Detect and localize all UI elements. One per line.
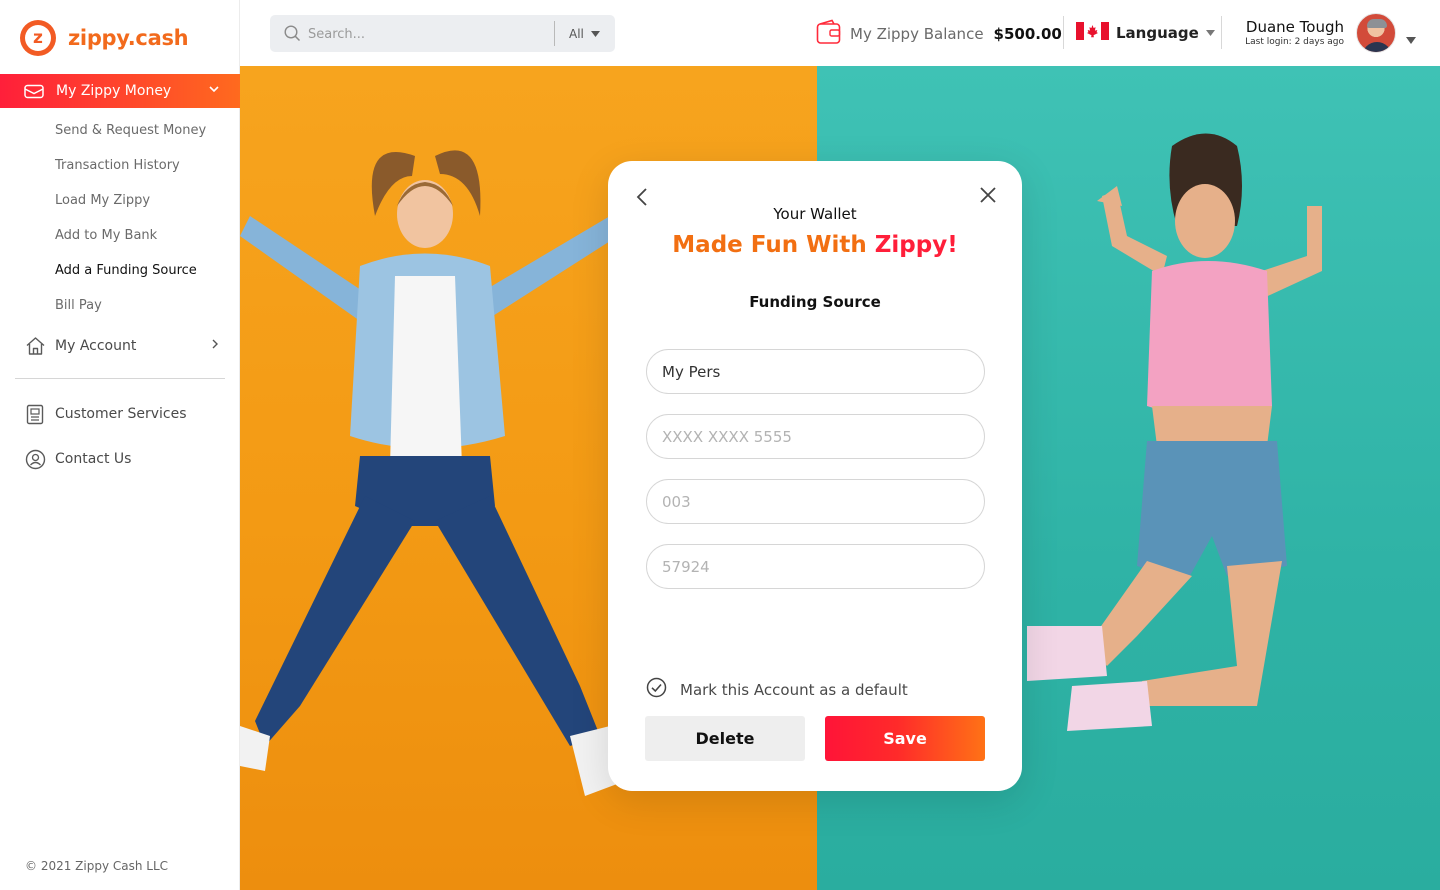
document-icon <box>24 403 46 425</box>
default-account-label: Mark this Account as a default <box>680 680 908 699</box>
top-header: All My Zippy Balance $500.00 Language Du… <box>240 0 1440 66</box>
language-label: Language <box>1116 24 1199 42</box>
search-separator <box>554 21 555 46</box>
language-selector[interactable]: Language <box>1076 22 1215 44</box>
section-heading: Funding Source <box>749 293 881 311</box>
user-info[interactable]: Duane Tough Last login: 2 days ago <box>1236 18 1344 47</box>
caret-down-icon <box>1205 30 1215 36</box>
sidebar-item-customer-services[interactable]: Customer Services <box>24 403 187 425</box>
sidebar-subitem-bill-pay[interactable]: Bill Pay <box>55 297 206 332</box>
sidebar-divider <box>15 378 225 379</box>
home-icon <box>24 335 46 357</box>
balance-display: My Zippy Balance $500.00 <box>816 19 1062 49</box>
avatar[interactable] <box>1356 13 1396 53</box>
balance-amount: $500.00 <box>993 25 1062 43</box>
sidebar-item-my-account[interactable]: My Account <box>24 335 218 357</box>
modal-title: Made Fun With Zippy! <box>608 232 1022 258</box>
avatar-hair <box>1367 19 1387 28</box>
user-circle-icon <box>24 448 46 470</box>
save-button[interactable]: Save <box>825 716 985 761</box>
institution-number-field[interactable] <box>646 479 985 524</box>
copyright-footer: © 2021 Zippy Cash LLC <box>25 859 169 873</box>
sidebar-item-label: My Account <box>55 338 137 354</box>
avatar-shirt <box>1362 42 1392 52</box>
sidebar-subitem-add-funding-source[interactable]: Add a Funding Source <box>55 262 206 297</box>
modal-title-part2: Zippy! <box>874 232 958 258</box>
search-filter-select[interactable]: All <box>569 27 600 41</box>
modal-title-part1: Made Fun With <box>672 232 875 258</box>
modal-subtitle: Your Wallet <box>773 205 857 223</box>
chevron-down-icon[interactable] <box>208 83 220 99</box>
wallet-icon <box>816 19 841 49</box>
header-divider <box>1221 16 1222 49</box>
header-divider <box>1063 16 1064 49</box>
default-account-checkbox[interactable]: Mark this Account as a default <box>646 677 908 702</box>
user-menu-caret-icon[interactable] <box>1406 29 1416 48</box>
account-name-field[interactable] <box>646 349 985 394</box>
brand-logo[interactable]: z zippy.cash <box>20 20 189 56</box>
search-input[interactable] <box>308 24 538 44</box>
canada-flag-icon <box>1076 22 1109 44</box>
funding-source-modal: Your Wallet Made Fun With Zippy! Funding… <box>608 161 1022 791</box>
sidebar-subitem-send-request[interactable]: Send & Request Money <box>55 122 206 157</box>
last-login: Last login: 2 days ago <box>1245 37 1344 47</box>
chevron-right-icon[interactable] <box>210 338 220 354</box>
search-icon <box>284 25 301 46</box>
sidebar-item-label: My Zippy Money <box>56 83 172 99</box>
sidebar-item-contact-us[interactable]: Contact Us <box>24 448 131 470</box>
delete-button[interactable]: Delete <box>645 716 805 761</box>
logo-mark-letter: z <box>25 25 51 51</box>
sidebar-item-label: Contact Us <box>55 451 132 467</box>
caret-down-icon <box>590 31 600 37</box>
sidebar-subitem-transaction-history[interactable]: Transaction History <box>55 157 206 192</box>
account-number-field[interactable] <box>646 414 985 459</box>
check-circle-icon[interactable] <box>646 677 667 702</box>
user-name: Duane Tough <box>1245 18 1344 36</box>
sidebar-subitem-load-my-zippy[interactable]: Load My Zippy <box>55 192 206 227</box>
balance-label: My Zippy Balance <box>850 25 984 43</box>
sidebar: z zippy.cash My Zippy Money Send & Reque… <box>0 0 240 890</box>
brand-name: zippy.cash <box>68 26 189 50</box>
wallet-icon <box>24 83 46 99</box>
search-filter-label: All <box>569 27 584 41</box>
sidebar-item-label: Customer Services <box>55 406 187 422</box>
sidebar-item-my-zippy-money[interactable]: My Zippy Money <box>0 74 240 108</box>
sidebar-subnav: Send & Request Money Transaction History… <box>55 122 206 332</box>
zippy-logo-icon: z <box>20 20 56 56</box>
sidebar-subitem-add-to-my-bank[interactable]: Add to My Bank <box>55 227 206 262</box>
search-bar: All <box>270 15 615 52</box>
transit-number-field[interactable] <box>646 544 985 589</box>
